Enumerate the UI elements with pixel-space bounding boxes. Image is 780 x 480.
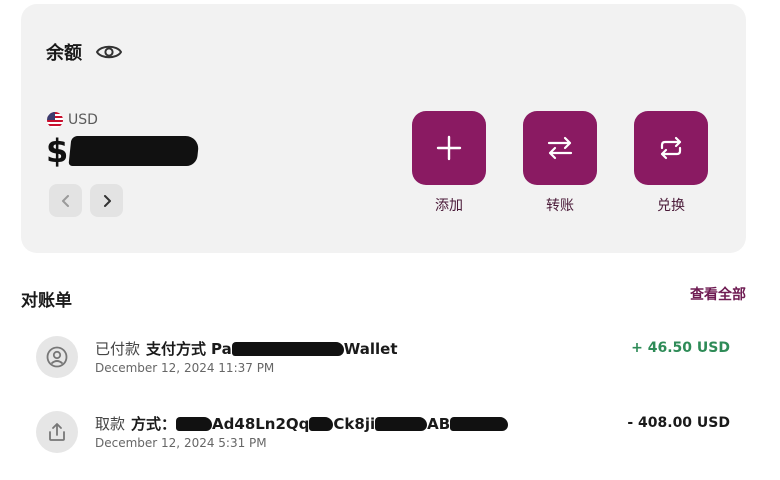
eye-icon[interactable] <box>96 43 122 61</box>
plus-icon <box>436 135 462 161</box>
transfer-label: 转账 <box>546 198 574 214</box>
add-tile[interactable] <box>412 111 486 185</box>
us-flag-icon <box>47 112 63 128</box>
redacted-text <box>231 341 344 356</box>
user-circle-icon <box>46 346 68 368</box>
transfer-button[interactable]: 转账 <box>523 111 597 215</box>
redacted-text <box>176 416 213 431</box>
address-part-3: AB <box>427 414 451 433</box>
redacted-text <box>375 416 428 431</box>
exchange-tile[interactable] <box>634 111 708 185</box>
transaction-icon-wrap <box>36 411 78 453</box>
redacted-text <box>450 416 509 431</box>
redacted-text <box>309 416 334 431</box>
redacted-amount <box>68 136 200 166</box>
transaction-method-prefix: Pa <box>211 339 232 358</box>
balance-card: 余额 USD $ 添加 转账 兑换 <box>21 4 746 253</box>
chevron-right-icon <box>103 194 111 207</box>
transaction-status: 已付款 <box>95 340 141 358</box>
balance-header: 余额 <box>46 39 122 65</box>
transaction-row[interactable]: 已付款 支付方式 Pa Wallet December 12, 2024 11:… <box>36 336 730 382</box>
upload-share-icon <box>49 423 65 441</box>
transaction-date: December 12, 2024 5:31 PM <box>95 436 267 450</box>
currency-code: USD <box>68 112 98 128</box>
transaction-description: 取款 方式： Ad48Ln2Qq Ck8ji AB <box>95 413 509 434</box>
view-all-link[interactable]: 查看全部 <box>690 284 746 304</box>
currency-symbol: $ <box>46 132 69 170</box>
balance-title: 余额 <box>46 43 82 64</box>
transaction-method-label: 支付方式 <box>146 340 207 358</box>
address-part-1: Ad48Ln2Qq <box>212 414 310 433</box>
add-funds-button[interactable]: 添加 <box>412 111 486 215</box>
address-part-2: Ck8ji <box>333 414 376 433</box>
transaction-amount: - 408.00 USD <box>627 415 730 431</box>
transaction-row[interactable]: 取款 方式： Ad48Ln2Qq Ck8ji AB December 12, 2… <box>36 411 730 457</box>
transfer-tile[interactable] <box>523 111 597 185</box>
add-label: 添加 <box>435 198 463 214</box>
balance-amount: $ <box>46 132 200 170</box>
transaction-icon-wrap <box>36 336 78 378</box>
exchange-cycle-icon <box>660 136 682 160</box>
chevron-left-icon <box>61 194 69 207</box>
exchange-button[interactable]: 兑换 <box>634 111 708 215</box>
transaction-method-label: 方式： <box>131 415 177 433</box>
transaction-description: 已付款 支付方式 Pa Wallet <box>95 338 398 359</box>
transfer-arrows-icon <box>547 136 573 160</box>
next-account-button[interactable] <box>90 184 123 217</box>
transaction-status: 取款 <box>95 415 126 433</box>
currency-row: USD <box>47 112 98 128</box>
quick-actions: 添加 转账 兑换 <box>412 111 708 215</box>
transaction-method-suffix: Wallet <box>343 339 398 358</box>
exchange-label: 兑换 <box>657 198 685 214</box>
transaction-date: December 12, 2024 11:37 PM <box>95 361 275 375</box>
statement-title: 对账单 <box>21 291 72 311</box>
account-pager <box>49 184 123 217</box>
prev-account-button[interactable] <box>49 184 82 217</box>
transaction-amount: + 46.50 USD <box>631 340 730 356</box>
